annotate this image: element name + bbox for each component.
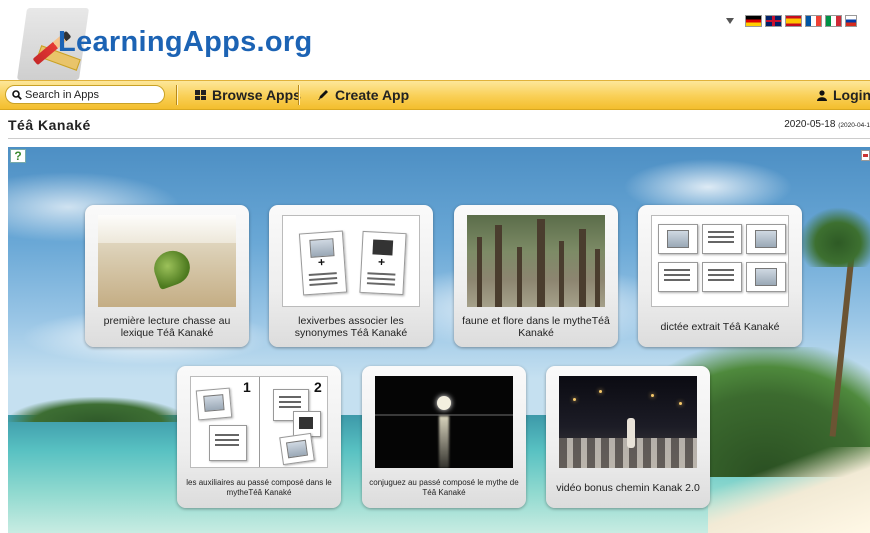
app-tile[interactable]: + + lexiverbes associer les synonymes Té… — [269, 205, 433, 347]
logo-text[interactable]: LearningApps.org — [58, 26, 313, 59]
divider — [8, 138, 870, 139]
app-thumbnail — [559, 376, 697, 468]
user-icon — [817, 89, 827, 101]
flag-ru-icon[interactable] — [845, 15, 857, 27]
app-title: faune et flore dans le mytheTéâ Kanaké — [462, 315, 610, 339]
nav-bar: Browse Apps Create App Login — [0, 80, 870, 110]
flag-de-icon[interactable] — [745, 15, 762, 27]
palm-leaves — [798, 207, 870, 267]
search-icon — [12, 89, 22, 100]
app-thumbnail: + + — [282, 215, 420, 307]
step-number: 2 — [314, 379, 322, 395]
date-created: 2020-05-18 — [784, 119, 836, 130]
search-input[interactable] — [25, 88, 155, 101]
grid-icon — [195, 90, 206, 100]
flag-it-icon[interactable] — [825, 15, 842, 27]
app-tile[interactable]: faune et flore dans le mytheTéâ Kanaké — [454, 205, 618, 347]
step-number: 1 — [243, 379, 251, 395]
app-thumbnail — [98, 215, 236, 307]
page-date: 2020-05-18 (2020-04-1 — [784, 119, 870, 130]
fullscreen-icon[interactable] — [861, 150, 870, 161]
create-app-button[interactable]: Create App — [317, 81, 409, 109]
language-selector[interactable] — [726, 14, 857, 28]
person-figure — [627, 418, 635, 448]
app-thumbnail: 1 2 — [190, 376, 328, 468]
help-icon[interactable]: ? — [10, 149, 26, 163]
app-tile[interactable]: 1 2 les auxiliaires au passé composé dan… — [177, 366, 341, 508]
flag-fr-icon[interactable] — [805, 15, 822, 27]
card-icon: + — [298, 230, 348, 296]
app-title: les auxiliaires au passé composé dans le… — [186, 478, 332, 497]
flag-gb-icon[interactable] — [765, 15, 782, 27]
app-tile[interactable]: conjuguez au passé composé le mythe de T… — [362, 366, 526, 508]
app-thumbnail — [651, 215, 789, 307]
app-tile[interactable]: vidéo bonus chemin Kanak 2.0 — [546, 366, 710, 508]
create-app-label: Create App — [335, 87, 410, 103]
app-thumbnail — [375, 376, 513, 468]
moon-icon — [437, 396, 451, 410]
browse-apps-button[interactable]: Browse Apps — [195, 81, 301, 109]
app-tile[interactable]: première lecture chasse au lexique Téâ K… — [85, 205, 249, 347]
app-title: lexiverbes associer les synonymes Téâ Ka… — [294, 315, 408, 339]
app-title: vidéo bonus chemin Kanak 2.0 — [556, 482, 700, 494]
flag-es-icon[interactable] — [785, 15, 802, 27]
nav-divider — [298, 85, 299, 105]
island-background — [8, 397, 188, 422]
site-header: LearningApps.org — [0, 0, 870, 80]
nav-divider — [176, 85, 177, 105]
page-title: Téâ Kanaké — [8, 117, 91, 133]
card-icon: + — [359, 230, 407, 296]
app-thumbnail — [467, 215, 605, 307]
app-tile[interactable]: dictée extrait Téâ Kanaké — [638, 205, 802, 347]
app-title: conjuguez au passé composé le mythe de T… — [369, 478, 519, 497]
date-modified: (2020-04-1 — [838, 122, 870, 129]
browse-apps-label: Browse Apps — [212, 87, 301, 103]
leaf-icon — [149, 245, 195, 291]
app-title: première lecture chasse au lexique Téâ K… — [103, 315, 231, 339]
dropdown-caret-icon[interactable] — [726, 18, 734, 24]
sand-background — [708, 447, 870, 533]
app-title: dictée extrait Téâ Kanaké — [660, 321, 780, 333]
search-box[interactable] — [5, 85, 165, 104]
login-label: Login — [833, 87, 870, 103]
pencil-icon — [318, 90, 328, 100]
login-button[interactable]: Login — [817, 81, 870, 109]
